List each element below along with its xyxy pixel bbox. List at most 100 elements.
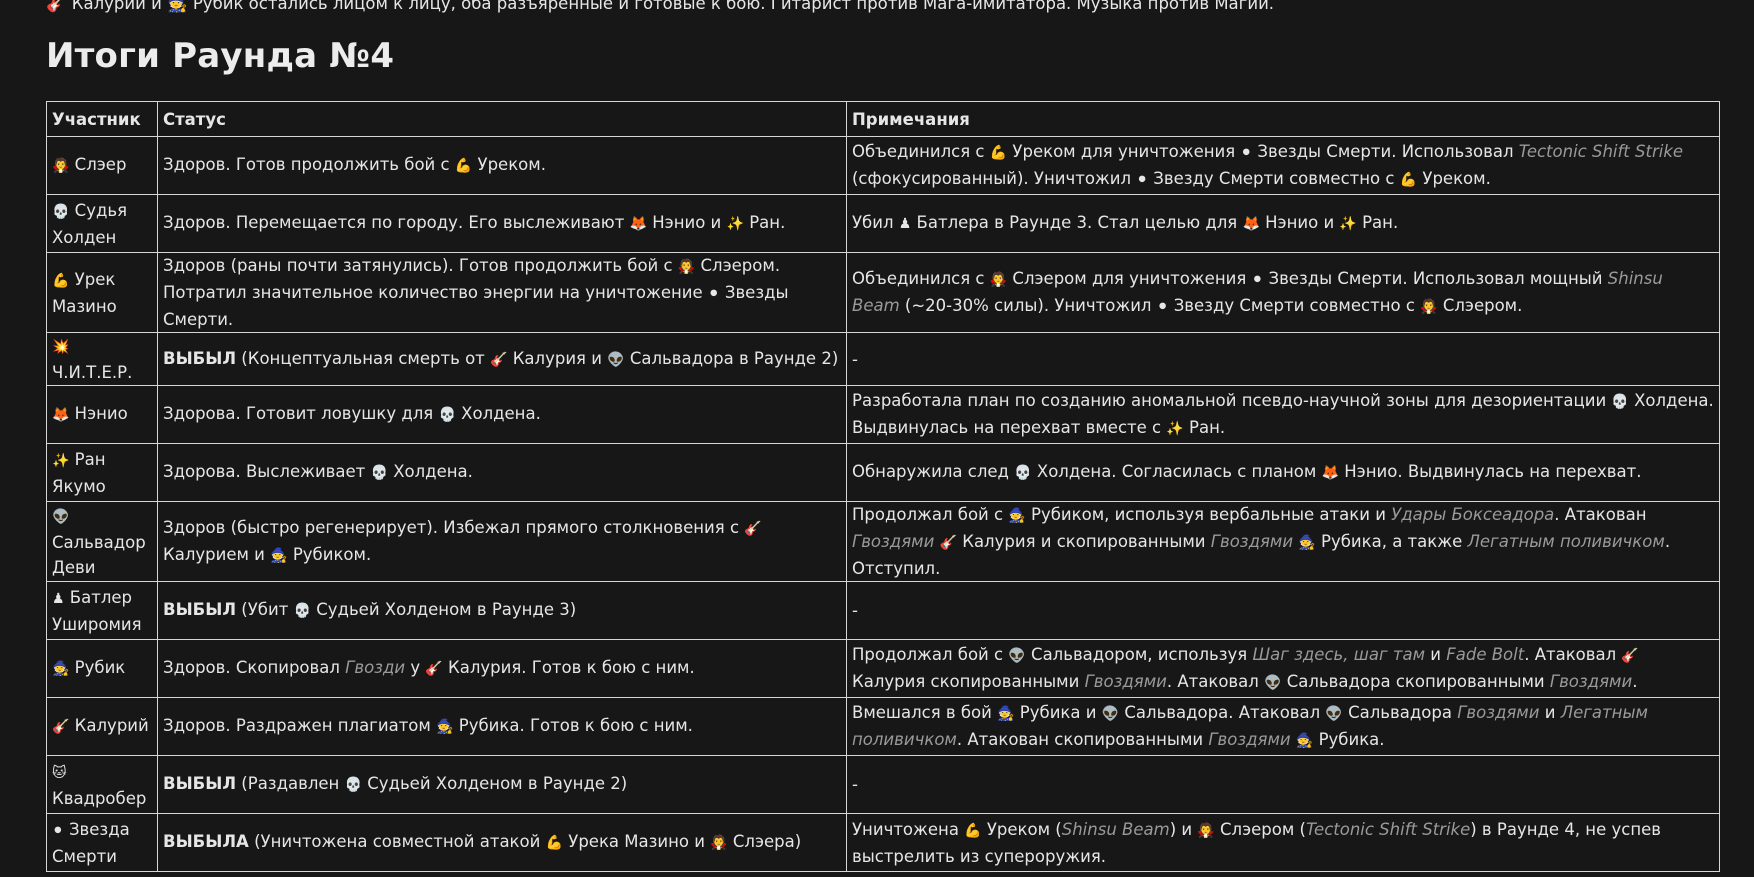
emoji-icon: ♟	[52, 590, 65, 607]
participant-cell: 💀 Судья Холден	[46, 194, 158, 253]
text-segment: ) и	[1169, 819, 1198, 839]
text-segment: Судьей Холденом в Раунде 3)	[311, 600, 577, 619]
table-row: 🧛 Слэер Здоров. Готов продолжить бой с 💪 …	[46, 136, 1720, 195]
emoji-icon: 💪	[1399, 171, 1418, 188]
status-cell: ВЫБЫЛ (Убит 💀 Судьей Холденом в Раунде 3…	[157, 581, 847, 640]
status-cell: Здоров. Раздражен плагиатом 🧙 Рубика. Го…	[157, 697, 847, 756]
emoji-icon: 🧛	[710, 835, 728, 851]
text-segment: Судьей Холденом в Раунде 2)	[362, 774, 628, 793]
header-notes: Примечания	[846, 101, 1720, 137]
text-segment: Объединился с	[852, 268, 990, 288]
status-cell: ВЫБЫЛА (Уничтожена совместной атакой 💪 У…	[157, 813, 847, 872]
emoji-icon: ✨	[52, 452, 70, 469]
table-row: ⚫ Звезда Смерти ВЫБЫЛА (Уничтожена совмес…	[46, 813, 1720, 872]
ability-name: Гвозди	[345, 658, 406, 677]
ability-name: Гвоздями	[852, 532, 935, 551]
text-segment: Калурия скопированными	[852, 671, 1085, 691]
emoji-icon: 🧙	[1298, 535, 1316, 551]
emoji-icon: 🧙	[1008, 508, 1026, 524]
participant-cell: 👽 Сальвадор Деви	[46, 501, 158, 582]
text-segment: Сальвадора скопированными	[1281, 671, 1550, 691]
notes-cell: -	[846, 755, 1720, 814]
text-segment: Сальвадора	[1342, 702, 1458, 722]
text-segment: Уреком (	[981, 819, 1062, 839]
text-segment: (~20-30% силы). Уничтожил	[899, 295, 1157, 315]
text-segment: Рубиком, используя вербальные атаки и	[1025, 505, 1392, 524]
status-cell: Здоров. Перемещается по городу. Его высл…	[157, 194, 847, 253]
notes-cell: Обнаружила след 💀 Холдена. Согласилась с…	[846, 443, 1720, 502]
emoji-icon: 💪	[989, 144, 1008, 161]
emoji-icon: 💥	[52, 339, 70, 355]
text-segment: Рубика.	[1313, 729, 1385, 749]
emoji-icon: 🧙	[997, 705, 1015, 722]
ability-name: Легатным поливичком	[1467, 532, 1665, 551]
text-segment: Здоров. Скопировал	[163, 658, 346, 677]
emoji-icon: 🧛	[52, 158, 70, 174]
text-segment: Здоров (быстро регенерирует). Избежал пр…	[163, 517, 745, 537]
table-row: 🐱 Квадробер ВЫБЫЛ (Раздавлен 💀 Судьей Хол…	[46, 755, 1720, 814]
text-segment: Продолжал бой с	[852, 505, 1009, 524]
status-cell: Здорова. Готовит ловушку для 💀 Холдена.	[157, 385, 847, 444]
text-segment: Сальвадора в Раунде 2)	[624, 348, 839, 368]
table-row: 🦊 Нэнио Здорова. Готовит ловушку для 💀 Хо…	[46, 385, 1720, 444]
participant-cell: 🎸 Калурий	[46, 697, 158, 756]
text-segment: Здоров (раны почти затянулись). Готов пр…	[163, 256, 678, 275]
text-segment: Слэера)	[727, 832, 802, 851]
text-segment: Уреком для уничтожения	[1007, 141, 1241, 161]
notes-cell: Объединился с 💪 Уреком для уничтожения ⚫…	[846, 136, 1720, 195]
status-cell: Здоров (быстро регенерирует). Избежал пр…	[157, 501, 847, 582]
text-segment: -	[852, 775, 858, 794]
status-cell: ВЫБЫЛ (Концептуальная смерть от 🎸 Калури…	[157, 332, 847, 386]
emoji-icon: ♟	[898, 216, 912, 232]
emoji-icon: 💀	[293, 603, 311, 619]
table-row: 👽 Сальвадор Деви Здоров (быстро регенерир…	[46, 501, 1720, 582]
text-segment: (Концептуальная смерть от	[236, 348, 491, 368]
notes-cell: Вмешался в бой 🧙 Рубика и 👽 Сальвадора. …	[846, 697, 1720, 756]
table-row: 💀 Судья Холден Здоров. Перемещается по го…	[46, 194, 1720, 253]
emoji-icon: 💪	[964, 822, 982, 839]
text-segment: Звезды Смерти. Использовал мощный	[1263, 268, 1608, 288]
text-segment: Батлер Уширомия	[52, 587, 142, 634]
text-segment: Батлера в Раунде 3. Стал целью для	[911, 213, 1243, 232]
ability-name: Fade Bolt	[1446, 644, 1525, 664]
participant-cell: 🧙 Рубик	[46, 639, 158, 698]
emoji-icon: 💀	[438, 407, 456, 423]
text-segment: Уреком.	[1417, 168, 1491, 188]
text-segment: Холдена.	[455, 404, 541, 423]
text-segment: . Атакован скопированными	[956, 729, 1209, 749]
text-segment: Рубика. Готов к бою с ним.	[453, 716, 693, 735]
emoji-icon: 💀	[344, 777, 362, 793]
table-row: 🎸 Калурий Здоров. Раздражен плагиатом 🧙 Р…	[46, 697, 1720, 756]
emoji-icon: 👽	[1264, 674, 1282, 691]
emoji-icon: ✨	[1166, 420, 1184, 437]
participant-cell: ⚫ Звезда Смерти	[46, 813, 158, 872]
notes-cell: -	[846, 332, 1720, 386]
text-segment: (сфокусированный). Уничтожил	[852, 168, 1137, 188]
text-segment: Рубик	[69, 658, 126, 677]
participant-cell: ✨ Ран Якумо	[46, 443, 158, 502]
emoji-icon: 👽	[607, 351, 625, 368]
emoji-icon: 🧙	[436, 719, 454, 735]
text-segment: Нэнио. Выдвинулась на перехват.	[1339, 462, 1642, 481]
participant-cell: 💥 Ч.И.Т.Е.Р.	[46, 332, 158, 386]
ability-name: Гвоздями	[1210, 532, 1294, 551]
text-segment: Слэером (	[1214, 819, 1306, 839]
ability-name: Tectonic Shift Strike	[1306, 819, 1471, 839]
text-segment: Слэером.	[1437, 295, 1523, 315]
participant-cell: 🦊 Нэнио	[46, 385, 158, 444]
emoji-icon: 🧛	[989, 271, 1008, 288]
participant-cell: 🧛 Слэер	[46, 136, 158, 195]
text-segment: Сальвадором, используя	[1025, 644, 1253, 664]
text-segment: Рубика и	[1014, 702, 1102, 722]
participant-cell: 💪 Урек Мазино	[46, 252, 158, 333]
text-segment: Здоров. Перемещается по городу. Его высл…	[163, 213, 630, 232]
emoji-icon: 🦊	[629, 216, 647, 232]
text-segment: -	[852, 349, 858, 369]
emoji-icon: 🎸	[425, 661, 443, 677]
emoji-icon: 🎸	[490, 351, 508, 368]
text-segment: Слэером для уничтожения	[1007, 268, 1252, 288]
text-segment: Ран.	[743, 213, 786, 232]
header-status: Статус	[157, 101, 847, 137]
ability-name: Гвоздями	[1208, 729, 1291, 749]
emoji-icon: ⚫	[707, 286, 720, 302]
